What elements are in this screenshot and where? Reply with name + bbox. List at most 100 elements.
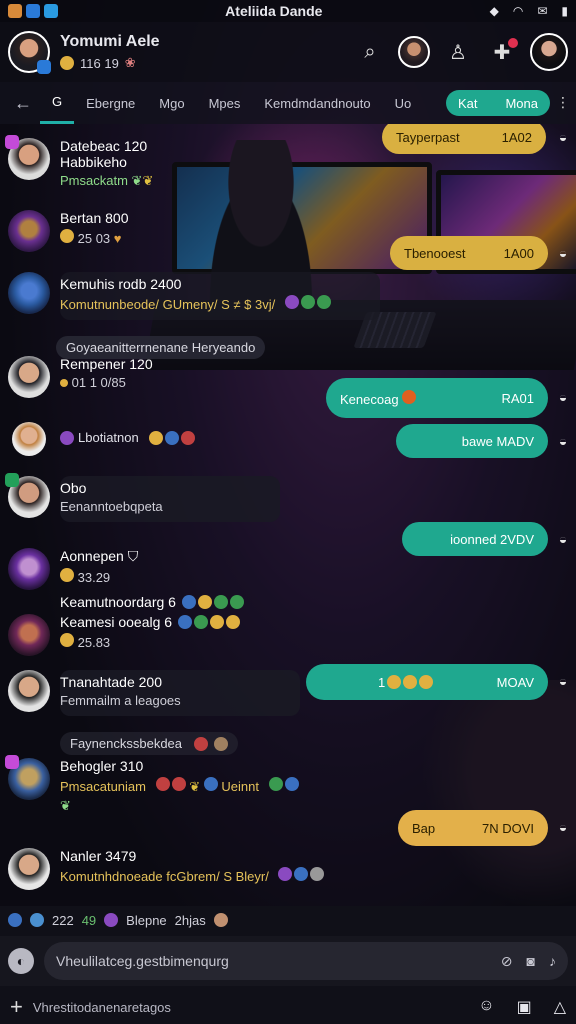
mail-icon: ✉	[537, 4, 548, 18]
sender-name: Kemuhis rodb 2400	[60, 276, 182, 292]
bubble-time: 7N DOVI	[481, 820, 534, 836]
bottom-bar: + Vhrestitodanenaretagos ☺ ▣ △	[0, 990, 576, 1024]
emoji-reactions	[268, 777, 299, 791]
reaction-icon[interactable]: ◒	[552, 386, 574, 408]
sender-name: Rempener 120	[60, 356, 153, 372]
message-text-value: 33.29	[77, 570, 111, 585]
sender-subtitle: Habbikeho	[60, 154, 127, 170]
emoji-icon	[310, 867, 325, 881]
reaction-icon[interactable]: ◒	[552, 528, 574, 550]
message-text: Femmailm a leagoes	[60, 693, 181, 708]
profile-icon[interactable]: ♙	[442, 36, 474, 68]
emoji-icon	[300, 295, 315, 309]
chat-header: Yomumi Aele 116 19 ❀ ⌕ ♙ ✚	[0, 22, 576, 82]
contact-avatar[interactable]	[398, 36, 430, 68]
profile-avatar[interactable]	[8, 31, 51, 74]
message-input[interactable]: Vheulilatceg.gestbimenqurg ⊘ ◙ ♪	[44, 942, 568, 980]
bubble-time: 1A02	[501, 129, 532, 145]
emoji-reactions	[178, 615, 241, 629]
status-badge-icon	[5, 473, 19, 487]
flower-icon: ❀	[124, 55, 136, 70]
tab-filter-pill[interactable]: Kat Mona	[445, 90, 550, 116]
camera-icon[interactable]: ◙	[527, 953, 535, 969]
outgoing-bubble[interactable]: Bap 7N DOVI	[398, 810, 548, 846]
message-list[interactable]: Datebeac 120 Habbikeho Pmsackatm ❦❦ Bert…	[0, 124, 576, 906]
tab-g[interactable]: G	[40, 82, 75, 124]
emoji-icon	[197, 595, 212, 609]
emoji-icon	[294, 867, 309, 881]
tab-kemdmdandnouto[interactable]: Kemdmdandnouto	[252, 82, 382, 124]
message-text-value: 01 1 0/85	[71, 375, 126, 390]
outgoing-bubble[interactable]: 1 MOAV	[306, 664, 548, 700]
emoji-icon	[60, 568, 74, 582]
chat-subtitle: 116 19 ❀	[60, 55, 354, 71]
search-icon[interactable]: ⌕	[354, 36, 386, 68]
emoji-icon	[181, 595, 196, 609]
message-text: Pmsackatm ❦❦	[60, 173, 153, 189]
sender-name: Nanler 3479	[60, 848, 137, 864]
list-item[interactable]: Keamesi ooealg 6 25.83	[0, 614, 576, 656]
back-icon[interactable]: ←	[6, 82, 40, 124]
tab-uo[interactable]: Uo	[383, 82, 424, 124]
reaction-icon[interactable]: ◒	[552, 816, 574, 838]
emoji-icon	[213, 595, 228, 609]
bubble-text-value: 1	[378, 674, 386, 690]
add-contact-icon[interactable]: ✚	[486, 36, 518, 68]
emoji-icon	[60, 633, 74, 647]
outgoing-bubble[interactable]: bawe MADV	[396, 424, 548, 458]
sticker-icon[interactable]: ⊘	[501, 953, 513, 970]
message-card: Obo Eenanntoebqpeta	[60, 476, 280, 522]
composer-icons: ⊘ ◙ ♪	[501, 953, 556, 970]
mic-icon[interactable]: ♪	[549, 953, 556, 969]
more-icon[interactable]: ⋮	[556, 94, 570, 111]
user-avatar[interactable]	[530, 33, 568, 71]
keyboard-icon[interactable]: ▣	[517, 997, 532, 1017]
outgoing-bubble[interactable]: Tayperpast 1A02	[382, 124, 546, 154]
plus-icon[interactable]: +	[10, 994, 23, 1020]
emoji-icon	[213, 913, 228, 927]
outgoing-bubble[interactable]: Tbenooest 1A00	[390, 236, 548, 270]
list-item[interactable]: Nanler 3479 Komutnhdnoeade fcGbrem/ S Bl…	[0, 848, 576, 890]
pill-right-label: Mona	[505, 95, 538, 111]
avatar	[12, 422, 46, 456]
reaction-icon[interactable]: ◒	[552, 430, 574, 452]
emoji-icon	[155, 777, 170, 791]
emoji-icon	[30, 913, 44, 927]
sender-name: Tnanahtade 200	[60, 674, 162, 690]
typing-count: 222	[52, 912, 74, 928]
list-item[interactable]: Kemuhis rodb 2400 Komutnunbeode/ GUmeny/…	[0, 272, 576, 320]
avatar	[5, 473, 50, 518]
message-text-value: Pmsacatuniam	[60, 779, 146, 794]
avatar	[8, 848, 50, 890]
outgoing-bubble[interactable]: ioonned 2VDV	[402, 522, 548, 556]
message-text: Pmsacatuniam ❦ Ueinnt	[60, 777, 299, 795]
tab-ebergne[interactable]: Ebergne	[74, 82, 147, 124]
battery-icon: ▮	[561, 4, 568, 18]
list-item[interactable]: Behogler 310 Pmsacatuniam ❦ Ueinnt ❦	[0, 755, 576, 814]
message-content: Datebeac 120 Habbikeho Pmsackatm ❦❦	[60, 138, 153, 189]
status-icons-right: ◆ ◠ ✉ ▮	[490, 4, 568, 18]
reaction-icon[interactable]: ◒	[552, 126, 574, 148]
reaction-icon[interactable]: ◒	[552, 242, 574, 264]
message-text-value: Pmsackatm	[60, 173, 128, 188]
app-icon	[26, 4, 40, 18]
emoji-icon	[284, 777, 299, 791]
bubble-time: ioonned 2VDV	[450, 531, 534, 547]
chat-title: Yomumi Aele	[60, 33, 160, 50]
tab-mgo[interactable]: Mgo	[147, 82, 196, 124]
bubble-time: bawe MADV	[461, 433, 534, 449]
outgoing-bubble[interactable]: Kenecoag RA01	[326, 378, 548, 418]
typing-name: Blepne	[126, 912, 167, 928]
emoji-icon[interactable]: ☺	[478, 997, 494, 1017]
group-label-chip[interactable]: Faynenckssbekdea	[60, 732, 239, 755]
alert-icon[interactable]: △	[554, 997, 566, 1017]
header-info[interactable]: Yomumi Aele 116 19 ❀	[60, 33, 354, 71]
status-icons-left	[8, 4, 58, 18]
reaction-icon[interactable]: ◒	[552, 670, 574, 692]
emoji-reactions	[278, 867, 325, 881]
list-item[interactable]: Obo Eenanntoebqpeta	[0, 473, 576, 522]
emoji-icon	[387, 675, 402, 689]
attach-icon[interactable]: ◐	[8, 948, 34, 974]
tab-mpes[interactable]: Mpes	[197, 82, 253, 124]
list-item[interactable]: Keamutnoordarg 6	[0, 594, 576, 610]
